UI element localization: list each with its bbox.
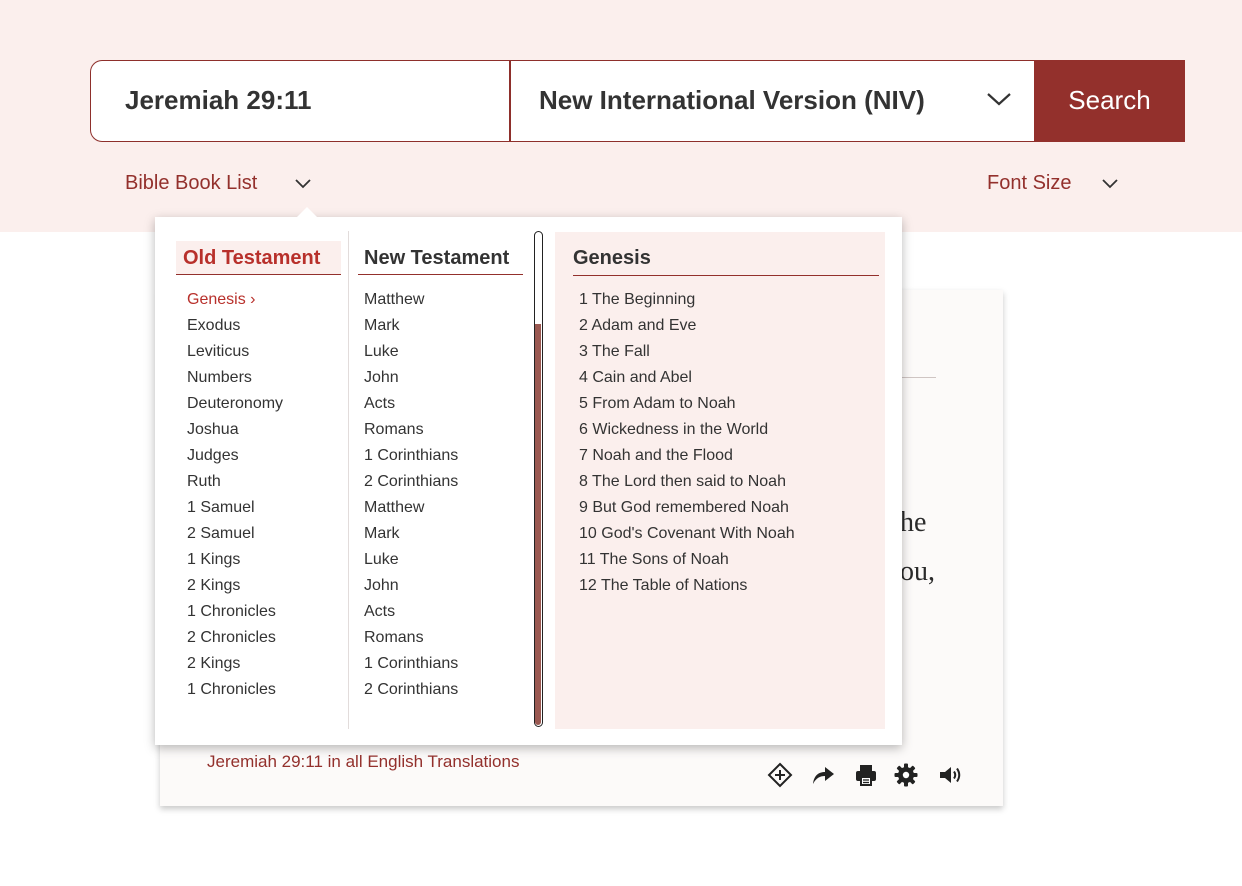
chapter-item[interactable]: 12 The Table of Nations bbox=[579, 575, 795, 601]
search-input-value: Jeremiah 29:11 bbox=[125, 85, 312, 115]
version-select-value: New International Version (NIV) bbox=[539, 85, 925, 115]
book-item[interactable]: Joshua bbox=[187, 419, 283, 445]
book-item[interactable]: Exodus bbox=[187, 315, 283, 341]
book-item[interactable]: 2 Kings bbox=[187, 653, 283, 679]
book-item[interactable]: Judges bbox=[187, 445, 283, 471]
book-item[interactable]: Leviticus bbox=[187, 341, 283, 367]
chapter-item[interactable]: 7 Noah and the Flood bbox=[579, 445, 795, 471]
tab-new-testament[interactable]: New Testament bbox=[358, 241, 523, 275]
book-item[interactable]: 2 Kings bbox=[187, 575, 283, 601]
chapter-item[interactable]: 2 Adam and Eve bbox=[579, 315, 795, 341]
book-item[interactable]: 2 Corinthians bbox=[364, 471, 458, 497]
version-select[interactable]: New International Version (NIV) bbox=[509, 60, 1035, 142]
chevron-down-icon[interactable] bbox=[294, 178, 312, 190]
book-item[interactable]: Romans bbox=[364, 419, 458, 445]
chapter-item[interactable]: 8 The Lord then said to Noah bbox=[579, 471, 795, 497]
dropdown-caret bbox=[296, 207, 318, 218]
chapter-item[interactable]: 3 The Fall bbox=[579, 341, 795, 367]
book-item[interactable]: Luke bbox=[364, 549, 458, 575]
search-input[interactable]: Jeremiah 29:11 bbox=[90, 60, 509, 142]
book-item[interactable]: Romans bbox=[364, 627, 458, 653]
book-item[interactable]: Acts bbox=[364, 601, 458, 627]
bible-book-dropdown: Old Testament Genesis › Exodus Leviticus… bbox=[155, 207, 902, 745]
book-item[interactable]: John bbox=[364, 367, 458, 393]
chapter-panel: Genesis 1 The Beginning 2 Adam and Eve 3… bbox=[555, 232, 885, 729]
book-item[interactable]: Acts bbox=[364, 393, 458, 419]
divider bbox=[900, 377, 936, 378]
chapter-panel-title: Genesis bbox=[573, 241, 879, 276]
book-item[interactable]: John bbox=[364, 575, 458, 601]
bible-book-list-toggle[interactable]: Bible Book List bbox=[125, 172, 257, 195]
print-icon[interactable] bbox=[853, 762, 879, 788]
book-item[interactable]: Mark bbox=[364, 315, 458, 341]
chapter-item[interactable]: 1 The Beginning bbox=[579, 289, 795, 315]
all-translations-link[interactable]: Jeremiah 29:11 in all English Translatio… bbox=[207, 752, 519, 772]
add-compass-icon[interactable] bbox=[767, 762, 793, 788]
book-item[interactable]: Matthew bbox=[364, 289, 458, 315]
book-item[interactable]: 1 Chronicles bbox=[187, 679, 283, 705]
old-testament-book-list: Genesis › Exodus Leviticus Numbers Deute… bbox=[187, 289, 283, 705]
font-size-toggle[interactable]: Font Size bbox=[987, 172, 1071, 195]
book-item[interactable]: Deuteronomy bbox=[187, 393, 283, 419]
book-item[interactable]: 2 Corinthians bbox=[364, 679, 458, 705]
column-divider bbox=[348, 231, 349, 729]
tab-old-testament[interactable]: Old Testament bbox=[176, 241, 341, 275]
chapter-item[interactable]: 10 God's Covenant With Noah bbox=[579, 523, 795, 549]
passage-text-fragment: ou, bbox=[900, 556, 935, 587]
book-item[interactable]: Luke bbox=[364, 341, 458, 367]
chapter-item[interactable]: 9 But God remembered Noah bbox=[579, 497, 795, 523]
book-item[interactable]: 1 Corinthians bbox=[364, 445, 458, 471]
settings-icon[interactable] bbox=[893, 762, 919, 788]
chapter-item[interactable]: 4 Cain and Abel bbox=[579, 367, 795, 393]
audio-icon[interactable] bbox=[937, 762, 963, 788]
book-item[interactable]: 1 Chronicles bbox=[187, 601, 283, 627]
book-item[interactable]: 2 Chronicles bbox=[187, 627, 283, 653]
book-item[interactable]: 1 Corinthians bbox=[364, 653, 458, 679]
scrollbar-thumb[interactable] bbox=[535, 324, 541, 725]
book-item[interactable]: 1 Kings bbox=[187, 549, 283, 575]
chapter-item[interactable]: 5 From Adam to Noah bbox=[579, 393, 795, 419]
share-icon[interactable] bbox=[810, 762, 836, 788]
chapter-item[interactable]: 6 Wickedness in the World bbox=[579, 419, 795, 445]
book-item[interactable]: Ruth bbox=[187, 471, 283, 497]
chapter-list: 1 The Beginning 2 Adam and Eve 3 The Fal… bbox=[579, 289, 795, 601]
book-item[interactable]: 1 Samuel bbox=[187, 497, 283, 523]
book-item-active[interactable]: Genesis › bbox=[187, 289, 283, 315]
search-button[interactable]: Search bbox=[1034, 60, 1185, 142]
book-item[interactable]: Matthew bbox=[364, 497, 458, 523]
chapter-item[interactable]: 11 The Sons of Noah bbox=[579, 549, 795, 575]
book-list-scrollbar[interactable] bbox=[534, 231, 543, 727]
new-testament-book-list: Matthew Mark Luke John Acts Romans 1 Cor… bbox=[364, 289, 458, 705]
passage-text-fragment: he bbox=[900, 507, 927, 538]
book-item[interactable]: 2 Samuel bbox=[187, 523, 283, 549]
chevron-down-icon[interactable] bbox=[1101, 178, 1119, 190]
search-bar: Jeremiah 29:11 New International Version… bbox=[90, 60, 1185, 142]
chevron-down-icon bbox=[987, 93, 1011, 106]
book-item[interactable]: Mark bbox=[364, 523, 458, 549]
book-item[interactable]: Numbers bbox=[187, 367, 283, 393]
